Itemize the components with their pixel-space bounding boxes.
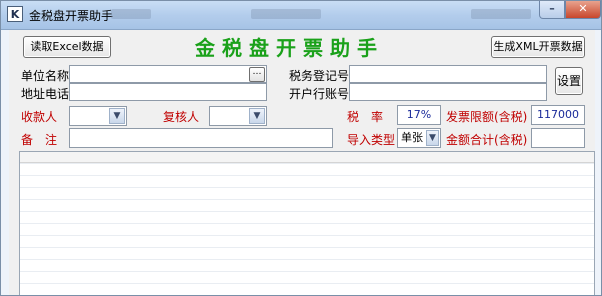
app-icon: K	[7, 6, 23, 22]
invoice-limit-field[interactable]: 117000	[531, 105, 585, 125]
total-amount-label: 金额合计(含税)	[446, 133, 528, 147]
address-phone-label: 地址电话	[21, 87, 70, 101]
payee-label: 收款人	[21, 110, 58, 124]
import-type-value: 单张	[401, 131, 423, 144]
title-bar[interactable]: K 金税盘开票助手 – ✕	[1, 1, 601, 30]
remark-field[interactable]	[69, 128, 333, 148]
bank-account-label: 开户行账号	[289, 87, 350, 101]
address-phone-field[interactable]	[69, 83, 267, 101]
import-type-select[interactable]: 单张 ▼	[397, 128, 441, 148]
close-button[interactable]: ✕	[565, 1, 601, 19]
tax-rate-label: 税 率	[347, 110, 384, 124]
app-window: K 金税盘开票助手 – ✕ 读取Excel数据 金税盘开票助手 生成XML开票数…	[0, 0, 602, 296]
tax-rate-field[interactable]: 17%	[397, 105, 441, 125]
minimize-button[interactable]: –	[539, 1, 565, 19]
main-panel: 读取Excel数据 金税盘开票助手 生成XML开票数据 单位名称 … 税务登记号…	[9, 30, 595, 295]
reviewer-label: 复核人	[163, 110, 200, 124]
reviewer-select[interactable]: ▼	[209, 106, 267, 126]
chevron-down-icon[interactable]: ▼	[426, 130, 439, 146]
company-name-label: 单位名称	[21, 69, 70, 83]
total-amount-field[interactable]	[531, 128, 585, 148]
remark-label: 备 注	[21, 133, 58, 147]
payee-select[interactable]: ▼	[69, 106, 127, 126]
background-window-shadow	[471, 9, 531, 19]
import-type-label: 导入类型	[347, 133, 396, 147]
app-heading: 金税盘开票助手	[195, 36, 384, 60]
generate-xml-button[interactable]: 生成XML开票数据	[491, 36, 585, 58]
window-title: 金税盘开票助手	[29, 9, 114, 23]
tax-id-field[interactable]	[349, 65, 547, 83]
tax-id-label: 税务登记号	[289, 69, 350, 83]
company-name-field[interactable]	[69, 65, 267, 83]
company-lookup-button[interactable]: …	[249, 67, 265, 82]
settings-button[interactable]: 设置	[555, 67, 583, 95]
read-excel-button[interactable]: 读取Excel数据	[23, 36, 111, 58]
chevron-down-icon[interactable]: ▼	[249, 108, 265, 124]
invoice-limit-label: 发票限额(含税)	[446, 110, 528, 124]
background-window-shadow	[251, 9, 321, 19]
bank-account-field[interactable]	[349, 83, 547, 101]
background-window-shadow	[111, 9, 151, 19]
chevron-down-icon[interactable]: ▼	[109, 108, 125, 124]
invoice-data-grid[interactable]	[19, 151, 595, 295]
grid-header	[20, 152, 594, 163]
